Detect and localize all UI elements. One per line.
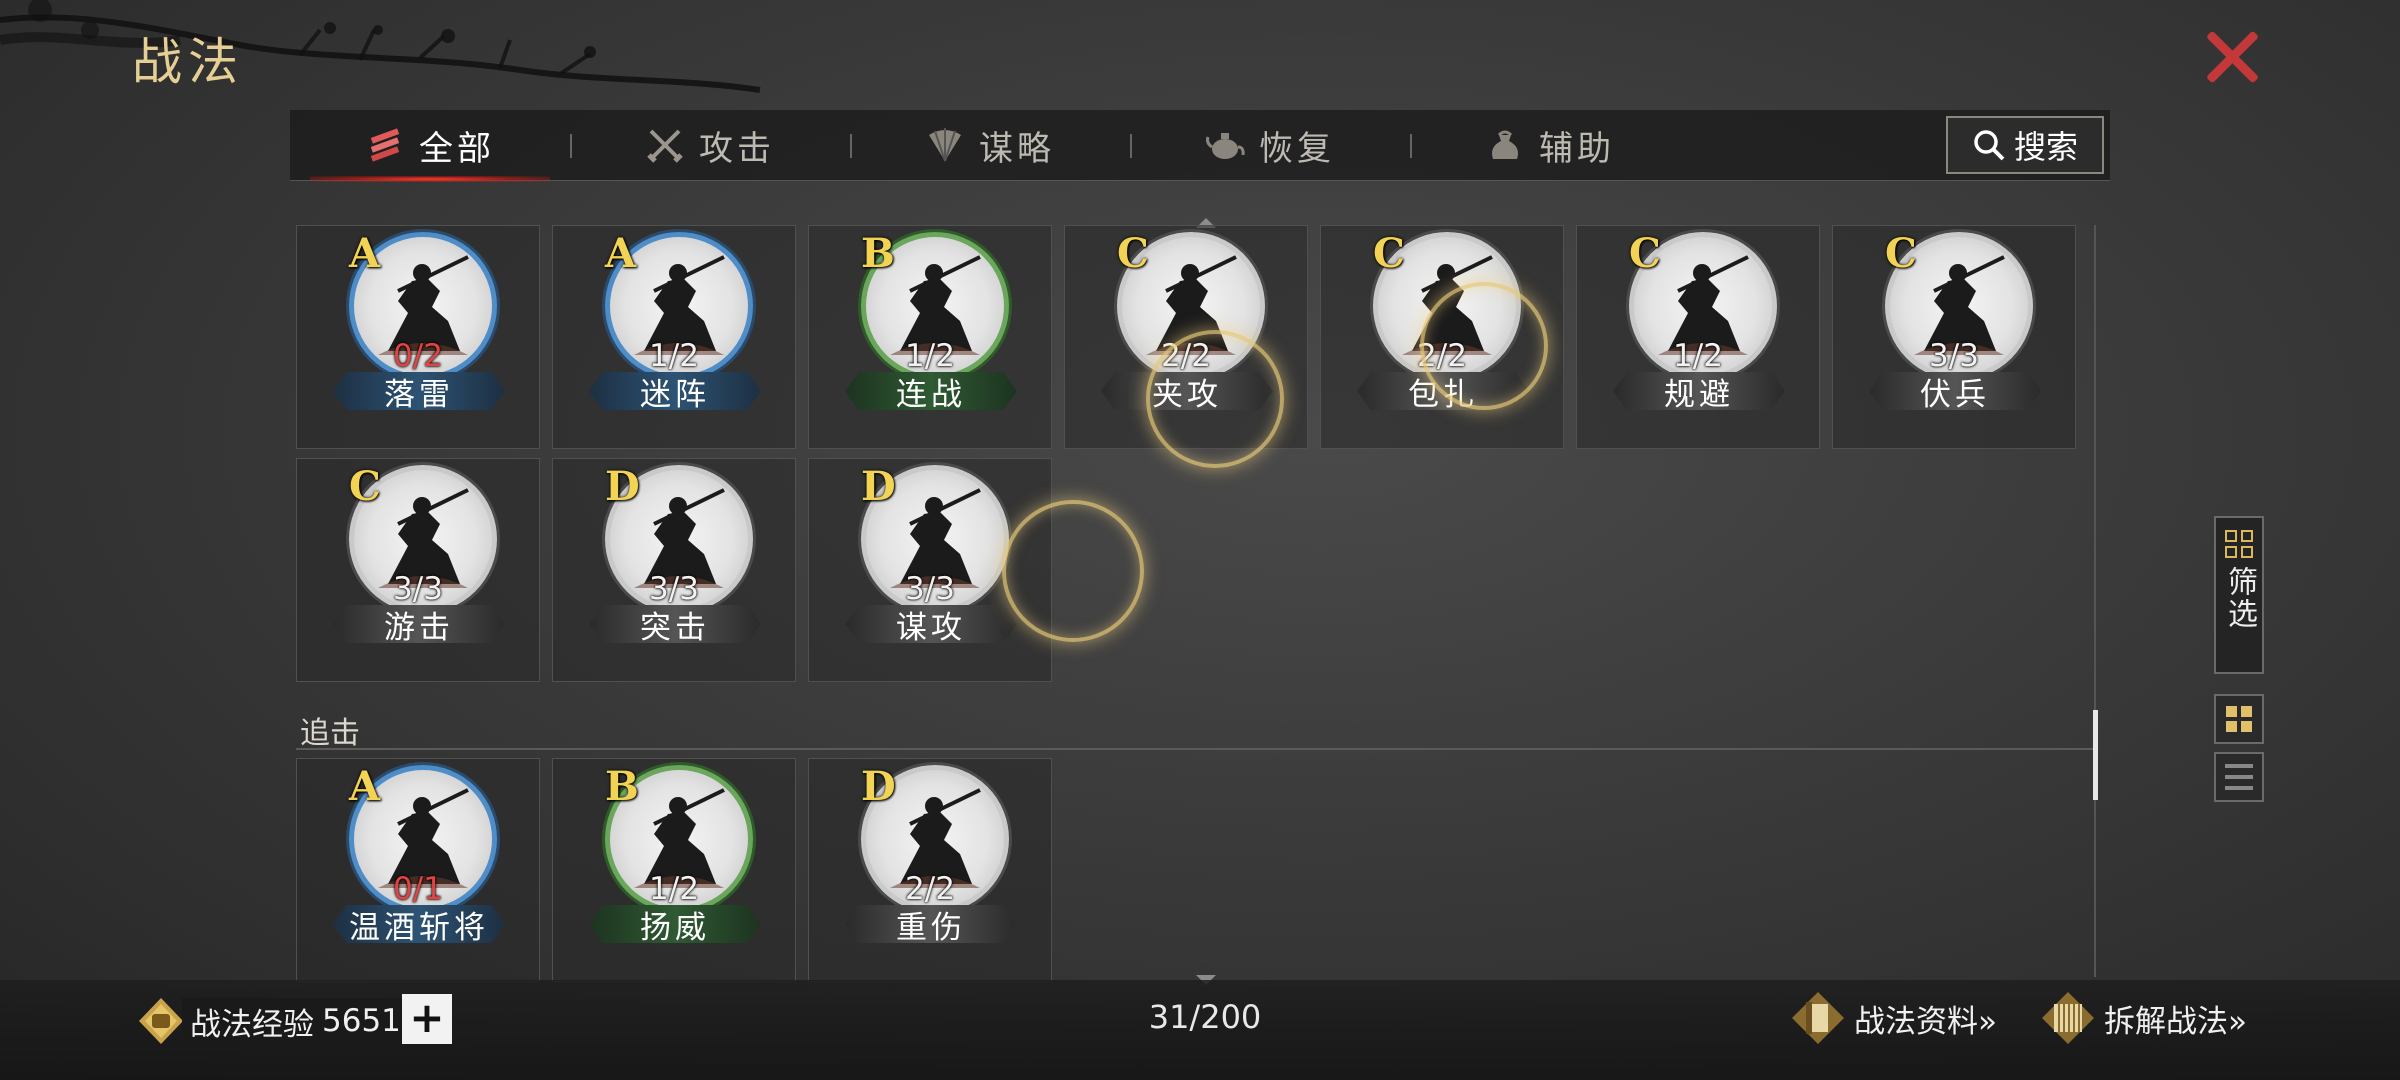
exp-value: 5651 [322, 1003, 401, 1039]
skill-card[interactable]: D 3/3 谋攻 [808, 458, 1052, 682]
skill-grade: C [1117, 230, 1149, 277]
add-exp-button[interactable]: + [402, 994, 452, 1044]
tab-strategy[interactable]: 谋略 [850, 110, 1130, 180]
skill-card[interactable]: A 0/2 落雷 [296, 225, 540, 449]
skill-count: 3/3 [905, 571, 955, 607]
skill-name: 连战 [845, 372, 1017, 410]
search-label: 搜索 [2013, 128, 2078, 166]
bag-icon [1485, 125, 1525, 165]
scroll-track[interactable] [2094, 225, 2096, 977]
skill-card[interactable]: C 3/3 游击 [296, 458, 540, 682]
list-view-button[interactable] [2214, 752, 2264, 802]
skill-count: 3/3 [649, 571, 699, 607]
skill-info-link[interactable]: 战法资料» [1790, 990, 1997, 1046]
tab-recovery[interactable]: 恢复 [1130, 110, 1410, 180]
skill-count: 1/2 [905, 338, 955, 374]
skill-count: 2/2 [905, 871, 955, 907]
skill-card[interactable]: B 1/2 连战 [808, 225, 1052, 449]
tab-support[interactable]: 辅助 [1410, 110, 1690, 180]
exp-label: 战法经验 [190, 1006, 314, 1043]
filter-label: 筛选 [2222, 566, 2257, 630]
skill-grade: B [605, 763, 639, 810]
skill-name: 谋攻 [845, 605, 1017, 643]
skill-card[interactable]: A 1/2 迷阵 [552, 225, 796, 449]
page-title: 战法 [132, 33, 244, 91]
skill-name: 规避 [1613, 372, 1785, 410]
skill-card[interactable]: D 3/3 突击 [552, 458, 796, 682]
skill-name: 游击 [333, 605, 505, 643]
filter-icon [2225, 530, 2253, 558]
section-label-pursuit: 追击 [300, 716, 360, 751]
scroll-book-icon [1792, 992, 1844, 1044]
skill-name: 迷阵 [589, 372, 761, 410]
skill-name: 扬威 [589, 905, 761, 943]
tab-attack[interactable]: 攻击 [570, 110, 850, 180]
active-tab-glow [310, 176, 550, 182]
crossed-swords-icon [645, 125, 685, 165]
fan-icon [925, 125, 965, 165]
tab-label: 谋略 [979, 128, 1055, 169]
skill-grade: C [1373, 230, 1405, 277]
skill-card[interactable]: A 0/1 温酒斩将 [296, 758, 540, 982]
skill-name: 温酒斩将 [333, 905, 505, 943]
skill-grade: A [605, 230, 637, 277]
skill-grade: C [1629, 230, 1661, 277]
search-button[interactable]: 搜索 [1946, 116, 2104, 174]
skill-card[interactable]: C 1/2 规避 [1576, 225, 1820, 449]
skill-grade: C [349, 463, 381, 510]
tab-label: 恢复 [1259, 128, 1335, 169]
skill-count: 1/2 [649, 338, 699, 374]
dismantle-skill-label: 拆解战法» [2104, 1003, 2247, 1040]
skill-count: 0/2 [393, 338, 443, 374]
skill-card[interactable]: D 2/2 重伤 [808, 758, 1052, 982]
skill-card[interactable]: B 1/2 扬威 [552, 758, 796, 982]
search-icon [1974, 130, 2005, 161]
skill-count: 3/3 [1929, 338, 1979, 374]
section-divider [296, 748, 2096, 750]
skill-count: 0/1 [393, 871, 443, 907]
skill-count: 2/2 [1161, 338, 1211, 374]
skill-info-label: 战法资料» [1854, 1003, 1997, 1040]
skill-count: 3/3 [393, 571, 443, 607]
filter-button[interactable]: 筛选 [2214, 516, 2264, 674]
skill-card[interactable]: C 2/2 包扎 [1320, 225, 1564, 449]
skill-grade: C [1885, 230, 1917, 277]
skill-name: 包扎 [1357, 372, 1529, 410]
skill-name: 突击 [589, 605, 761, 643]
tab-all[interactable]: 全部 [290, 110, 570, 182]
skill-name: 夹攻 [1101, 372, 1273, 410]
skill-card[interactable]: C 3/3 伏兵 [1832, 225, 2076, 449]
all-skills-icon [365, 125, 405, 165]
skill-count: 1/2 [649, 871, 699, 907]
teapot-icon [1205, 125, 1245, 165]
fist-badge-icon [139, 998, 183, 1044]
tab-label: 辅助 [1539, 128, 1615, 169]
tab-label: 攻击 [699, 128, 775, 169]
skill-count: 1/2 [1673, 338, 1723, 374]
skill-count: 31/200 [1148, 998, 1262, 1036]
skill-grade: D [861, 463, 896, 510]
dismantle-skill-link[interactable]: 拆解战法» [2040, 990, 2247, 1046]
category-tab-bar: 全部 攻击 谋略 恢复 辅助 [290, 110, 2110, 182]
bamboo-scroll-icon [2042, 992, 2094, 1044]
skill-grade: A [349, 230, 381, 277]
skill-name: 落雷 [333, 372, 505, 410]
skill-name: 重伤 [845, 905, 1017, 943]
skill-card[interactable]: C 2/2 夹攻 [1064, 225, 1308, 449]
close-button[interactable] [2200, 28, 2262, 84]
tab-label: 全部 [419, 128, 495, 169]
skill-grade: A [349, 763, 381, 810]
skill-grade: D [605, 463, 640, 510]
grid-view-button[interactable] [2214, 694, 2264, 744]
skill-exp-display: 战法经验 5651 [136, 996, 417, 1046]
scroll-thumb[interactable] [2093, 710, 2098, 800]
skill-grade: D [861, 763, 896, 810]
skill-name: 伏兵 [1869, 372, 2041, 410]
skill-grade: B [861, 230, 895, 277]
skill-count: 2/2 [1417, 338, 1467, 374]
